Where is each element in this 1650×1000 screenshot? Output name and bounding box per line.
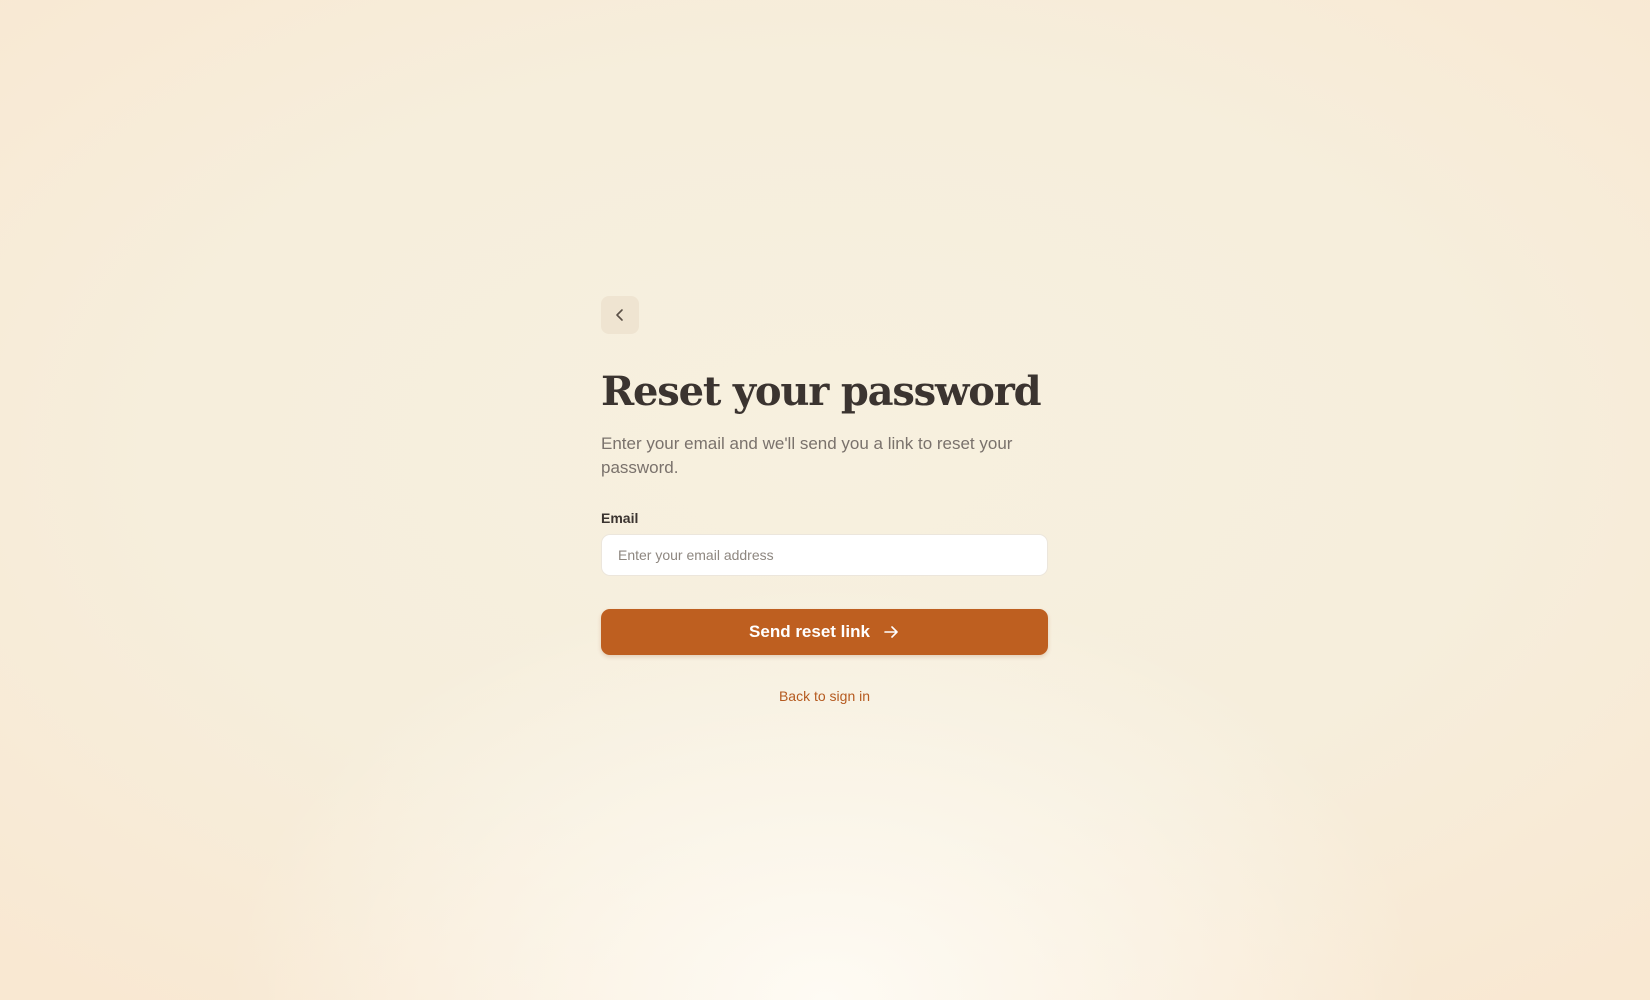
page-subtitle: Enter your email and we'll send you a li… — [601, 434, 1013, 477]
reset-password-panel: Reset your password Enter your email and… — [601, 296, 1049, 704]
send-reset-link-button[interactable]: Send reset link — [601, 609, 1048, 655]
email-field-wrapper — [601, 534, 1048, 576]
back-button[interactable] — [601, 296, 639, 334]
email-label: Email — [601, 510, 639, 526]
chevron-left-icon — [612, 307, 628, 323]
page-title: Reset your password — [601, 368, 1042, 415]
back-to-sign-in-link[interactable]: Back to sign in — [601, 688, 1048, 704]
send-reset-link-label: Send reset link — [749, 622, 870, 641]
email-field[interactable] — [616, 546, 1033, 564]
arrow-right-icon — [882, 623, 900, 641]
